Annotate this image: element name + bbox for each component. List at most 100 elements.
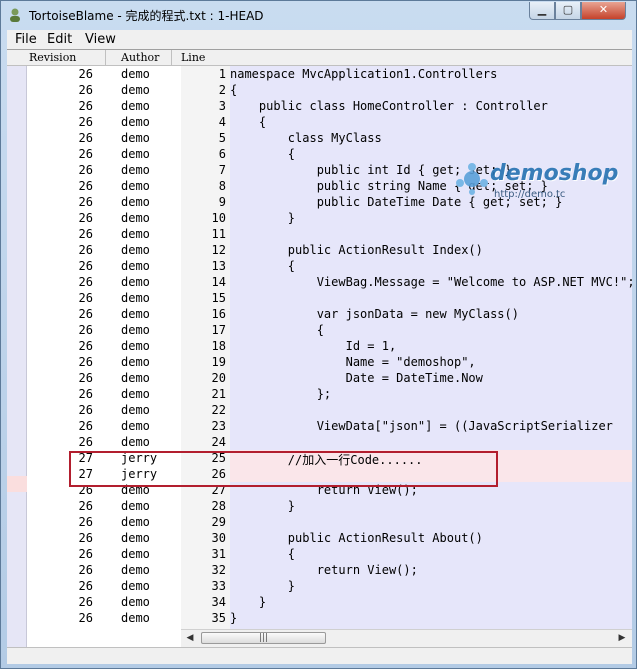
code-text: public ActionResult About() [230, 531, 483, 545]
blame-row[interactable]: 26 demo 24 [7, 434, 632, 450]
blame-view[interactable]: 26 demo 1 namespace MvcApplication1.Control… [7, 66, 632, 647]
scrollbar-thumb[interactable]: ||| [201, 632, 326, 644]
revision-cell: 26 [78, 99, 93, 113]
code-cell[interactable]: Name = "demoshop", [230, 354, 632, 370]
revision-cell: 26 [78, 211, 93, 225]
blame-row[interactable]: 26 demo 32 return View(); [7, 562, 632, 578]
code-cell[interactable]: } [230, 594, 632, 610]
code-cell[interactable]: public ActionResult About() [230, 530, 632, 546]
revision-cell: 26 [78, 195, 93, 209]
blame-row[interactable]: 26 demo 18 Id = 1, [7, 338, 632, 354]
code-cell[interactable]: }; [230, 386, 632, 402]
blame-row[interactable]: 26 demo 19 Name = "demoshop", [7, 354, 632, 370]
column-line[interactable]: Line [181, 51, 205, 64]
code-cell[interactable] [230, 290, 632, 306]
blame-row[interactable]: 26 demo 15 [7, 290, 632, 306]
line-number-cell: 32 [211, 563, 226, 577]
blame-row[interactable]: 26 demo 6 { [7, 146, 632, 162]
blame-row[interactable]: 26 demo 11 [7, 226, 632, 242]
blame-row[interactable]: 26 demo 20 Date = DateTime.Now [7, 370, 632, 386]
code-cell[interactable]: class MyClass [230, 130, 632, 146]
menu-view[interactable]: View [85, 32, 116, 47]
code-cell[interactable]: public ActionResult Index() [230, 242, 632, 258]
blame-row[interactable]: 26 demo 22 [7, 402, 632, 418]
blame-row[interactable]: 26 demo 30 public ActionResult About() [7, 530, 632, 546]
code-cell[interactable]: public string Name { get; set; } [230, 178, 632, 194]
code-cell[interactable] [230, 226, 632, 242]
code-cell[interactable]: Id = 1, [230, 338, 632, 354]
blame-row[interactable]: 26 demo 3 public class HomeController : Co… [7, 98, 632, 114]
code-cell[interactable] [230, 514, 632, 530]
revision-cell: 26 [78, 275, 93, 289]
blame-row[interactable]: 26 demo 1 namespace MvcApplication1.Control… [7, 66, 632, 82]
code-cell[interactable]: public DateTime Date { get; set; } [230, 194, 632, 210]
revision-cell: 26 [78, 515, 93, 529]
blame-row[interactable]: 26 demo 31 { [7, 546, 632, 562]
column-revision[interactable]: Revision [29, 51, 76, 64]
code-cell[interactable]: { [230, 146, 632, 162]
revision-cell: 26 [78, 355, 93, 369]
code-cell[interactable]: { [230, 114, 632, 130]
code-cell[interactable]: { [230, 258, 632, 274]
menu-file[interactable]: File [15, 32, 37, 47]
code-cell[interactable]: { [230, 546, 632, 562]
code-cell[interactable]: public class HomeController : Controller [230, 98, 632, 114]
blame-row[interactable]: 26 demo 13 { [7, 258, 632, 274]
code-cell[interactable]: Date = DateTime.Now [230, 370, 632, 386]
blame-row[interactable]: 26 demo 21 }; [7, 386, 632, 402]
blame-row[interactable]: 26 demo 28 } [7, 498, 632, 514]
author-cell: demo [121, 323, 150, 337]
code-cell[interactable]: ViewBag.Message = "Welcome to ASP.NET MV… [230, 274, 632, 290]
blame-row[interactable]: 26 demo 4 { [7, 114, 632, 130]
code-cell[interactable]: ViewData["json"] = ((JavaScriptSerialize… [230, 418, 632, 434]
code-cell[interactable]: } [230, 578, 632, 594]
revision-cell: 26 [78, 579, 93, 593]
code-cell[interactable]: } [230, 498, 632, 514]
blame-row[interactable]: 26 demo 2 { [7, 82, 632, 98]
close-button[interactable]: ✕ [581, 2, 626, 20]
blame-row[interactable]: 26 demo 33 } [7, 578, 632, 594]
column-divider[interactable] [171, 50, 172, 65]
blame-row[interactable]: 26 demo 14 ViewBag.Message = "Welcome to A… [7, 274, 632, 290]
blame-row[interactable]: 26 demo 9 public DateTime Date { get; set;… [7, 194, 632, 210]
blame-row[interactable]: 26 demo 16 var jsonData = new MyClass() [7, 306, 632, 322]
code-cell[interactable]: return View(); [230, 562, 632, 578]
code-cell[interactable]: { [230, 322, 632, 338]
blame-row[interactable]: 26 demo 5 class MyClass [7, 130, 632, 146]
scroll-right-arrow-icon[interactable]: ▶ [615, 632, 629, 645]
blame-row[interactable]: 26 demo 7 public int Id { get; set; } [7, 162, 632, 178]
revision-cell: 26 [78, 387, 93, 401]
code-cell[interactable]: var jsonData = new MyClass() [230, 306, 632, 322]
line-number-cell: 10 [211, 211, 226, 225]
title-bar[interactable]: TortoiseBlame - 完成的程式.txt : 1-HEAD ▁ ▢ ✕ [1, 1, 636, 29]
blame-row[interactable]: 26 demo 23 ViewData["json"] = ((JavaScript… [7, 418, 632, 434]
revision-cell: 26 [78, 403, 93, 417]
blame-row[interactable]: 26 demo 10 } [7, 210, 632, 226]
blame-row[interactable]: 26 demo 12 public ActionResult Index() [7, 242, 632, 258]
code-cell[interactable]: public int Id { get; set; } [230, 162, 632, 178]
blame-row[interactable]: 26 demo 29 [7, 514, 632, 530]
blame-row[interactable]: 26 demo 35} [7, 610, 632, 626]
minimize-button[interactable]: ▁ [529, 2, 555, 20]
column-divider[interactable] [105, 50, 106, 65]
code-cell[interactable]: } [230, 610, 632, 626]
author-cell: demo [121, 163, 150, 177]
code-cell[interactable]: { [230, 82, 632, 98]
maximize-button[interactable]: ▢ [555, 2, 581, 20]
code-cell[interactable]: namespace MvcApplication1.Controllers [230, 66, 632, 82]
revision-cell: 26 [78, 291, 93, 305]
code-text: public string Name { get; set; } [230, 179, 548, 193]
line-number-cell: 17 [211, 323, 226, 337]
line-number-cell: 15 [211, 291, 226, 305]
scroll-left-arrow-icon[interactable]: ◀ [183, 632, 197, 645]
blame-row[interactable]: 26 demo 17 { [7, 322, 632, 338]
column-author[interactable]: Author [121, 51, 159, 64]
code-text: public DateTime Date { get; set; } [230, 195, 563, 209]
code-cell[interactable]: } [230, 210, 632, 226]
code-cell[interactable] [230, 434, 632, 450]
code-cell[interactable] [230, 402, 632, 418]
blame-row[interactable]: 26 demo 8 public string Name { get; set; } [7, 178, 632, 194]
blame-row[interactable]: 26 demo 34 } [7, 594, 632, 610]
horizontal-scrollbar[interactable]: ◀ ||| ▶ [181, 629, 632, 647]
menu-edit[interactable]: Edit [47, 32, 72, 47]
